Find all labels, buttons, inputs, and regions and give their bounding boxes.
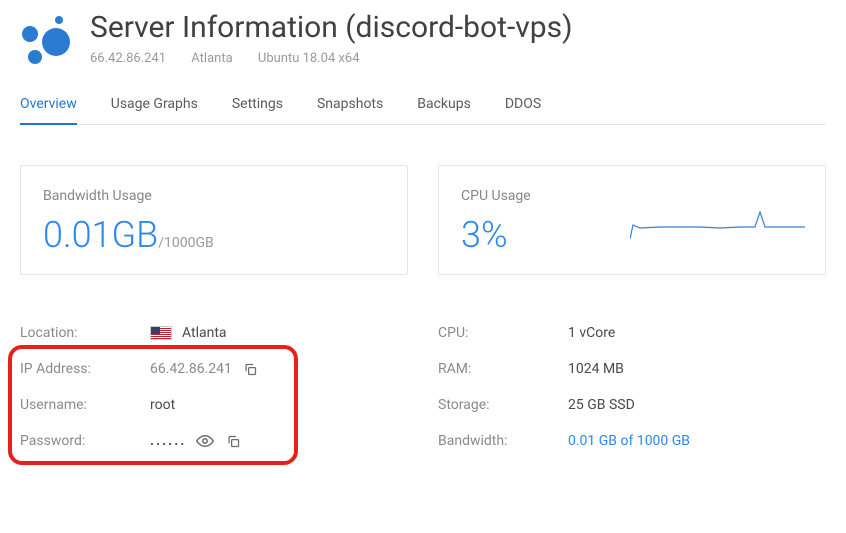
left-info-col: Location: Atlanta IP Address: 66.42.86.2… <box>20 315 408 459</box>
username-label: Username: <box>20 397 150 413</box>
password-value: ...... <box>150 433 186 449</box>
cpu-spec-value: 1 vCore <box>568 325 615 341</box>
bandwidth-label: Bandwidth: <box>438 433 568 449</box>
bandwidth-link[interactable]: 0.01 GB of 1000 GB <box>568 433 690 449</box>
cpu-title: CPU Usage <box>461 188 803 204</box>
ram-label: RAM: <box>438 361 568 377</box>
tab-overview[interactable]: Overview <box>20 96 77 124</box>
bandwidth-card: Bandwidth Usage 0.01GB/1000GB <box>20 165 408 275</box>
tab-settings[interactable]: Settings <box>232 96 283 124</box>
location-label: Location: <box>20 325 150 341</box>
right-info-col: CPU: 1 vCore RAM: 1024 MB Storage: 25 GB… <box>438 315 826 459</box>
tabs: Overview Usage Graphs Settings Snapshots… <box>20 96 826 125</box>
page-title: Server Information (discord-bot-vps) <box>90 10 573 45</box>
ip-value: 66.42.86.241 <box>150 361 232 377</box>
copy-ip-icon[interactable] <box>242 360 260 378</box>
password-label: Password: <box>20 433 150 449</box>
tab-backups[interactable]: Backups <box>417 96 471 124</box>
reveal-password-icon[interactable] <box>196 432 214 450</box>
location-value: Atlanta <box>182 325 227 341</box>
bandwidth-used: 0.01GB <box>43 214 158 256</box>
ip-label: IP Address: <box>20 361 150 377</box>
meta-region: Atlanta <box>191 51 232 66</box>
cpu-sparkline-icon <box>630 209 805 249</box>
storage-value: 25 GB SSD <box>568 397 635 413</box>
ram-value: 1024 MB <box>568 361 624 377</box>
username-value: root <box>150 397 175 413</box>
tab-usage-graphs[interactable]: Usage Graphs <box>111 96 198 124</box>
tab-snapshots[interactable]: Snapshots <box>317 96 383 124</box>
cpu-label: CPU: <box>438 325 568 341</box>
bandwidth-total: /1000GB <box>158 235 214 251</box>
cpu-card: CPU Usage 3% <box>438 165 826 275</box>
meta-os: Ubuntu 18.04 x64 <box>258 51 360 66</box>
meta-ip: 66.42.86.241 <box>90 51 166 66</box>
server-meta: 66.42.86.241 Atlanta Ubuntu 18.04 x64 <box>90 51 573 66</box>
tab-ddos[interactable]: DDOS <box>505 96 541 124</box>
copy-password-icon[interactable] <box>224 432 242 450</box>
bandwidth-title: Bandwidth Usage <box>43 188 385 204</box>
flag-us-icon <box>150 326 172 340</box>
storage-label: Storage: <box>438 397 568 413</box>
os-logo-icon <box>20 14 70 64</box>
